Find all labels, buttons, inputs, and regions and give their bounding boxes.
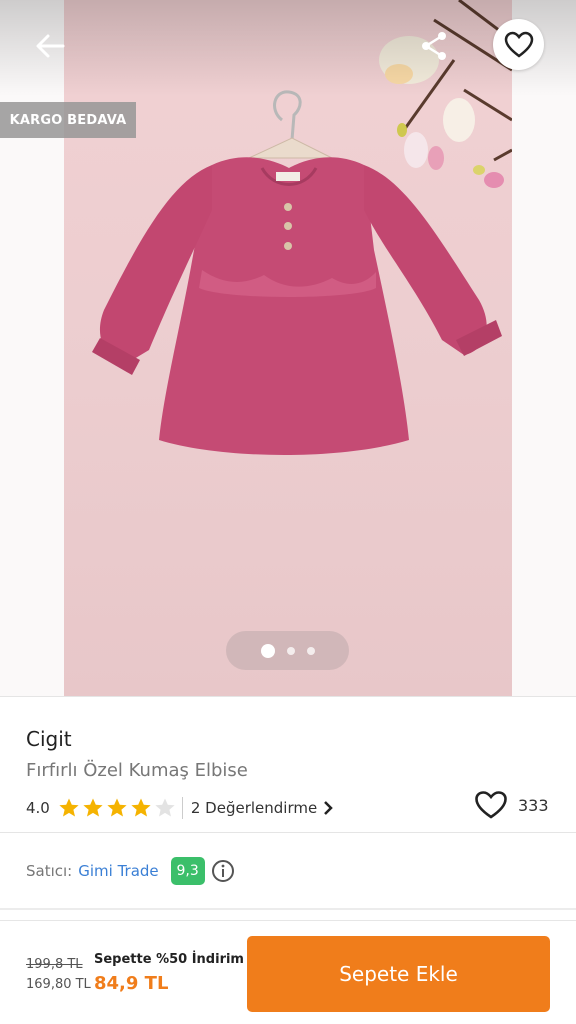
likes-count: 333 <box>518 795 549 815</box>
seller-name-link[interactable]: Gimi Trade <box>78 862 158 880</box>
star-filled-icon <box>131 798 151 817</box>
pager-dot-active[interactable] <box>260 643 275 658</box>
divider <box>0 696 576 697</box>
bottom-price-bar: 199,8 TL 169,80 TL Sepette %50 İndirim 8… <box>0 920 576 1024</box>
share-button[interactable] <box>412 24 456 68</box>
previous-price: 169,80 TL <box>26 977 91 992</box>
chevron-right-icon <box>324 801 333 815</box>
gallery-pager[interactable] <box>226 631 349 670</box>
rating-stars <box>58 797 176 819</box>
heart-outline-icon <box>475 791 507 819</box>
product-image-gallery[interactable]: KARGO BEDAVA <box>0 0 576 696</box>
reviews-link[interactable]: 2 Değerlendirme <box>191 799 333 817</box>
add-to-cart-button[interactable]: Sepete Ekle <box>247 936 550 1012</box>
star-filled-icon <box>107 798 127 817</box>
seller-label: Satıcı: <box>26 862 73 880</box>
cart-discount-label: Sepette %50 İndirim <box>94 952 244 967</box>
divider <box>0 832 576 833</box>
product-detail-screen: KARGO BEDAVA Cigit Fırfırlı Özel Kumaş E… <box>0 0 576 1024</box>
free-shipping-badge: KARGO BEDAVA <box>0 102 136 138</box>
brand-name[interactable]: Cigit <box>26 727 72 751</box>
heart-outline-icon <box>504 31 533 58</box>
final-price: 84,9 TL <box>94 973 169 994</box>
reviews-label: 2 Değerlendirme <box>190 799 318 817</box>
top-gradient <box>0 0 576 96</box>
rating-separator <box>181 797 183 819</box>
back-button[interactable] <box>26 26 74 66</box>
info-icon[interactable] <box>211 859 235 883</box>
rating-row: 4.0 2 Değerlendirme <box>26 794 550 822</box>
share-icon <box>422 32 446 60</box>
seller-row: Satıcı: Gimi Trade 9,3 <box>26 855 235 887</box>
star-empty-icon <box>155 798 175 817</box>
divider <box>0 908 576 910</box>
arrow-left-icon <box>36 34 65 58</box>
pager-dot[interactable] <box>306 646 315 655</box>
seller-score-badge: 9,3 <box>170 857 205 885</box>
rating-value: 4.0 <box>26 799 50 817</box>
old-price: 199,8 TL <box>26 957 83 972</box>
favorite-button[interactable] <box>493 19 544 70</box>
pager-dot[interactable] <box>286 646 295 655</box>
likes-button[interactable]: 333 <box>474 790 549 820</box>
star-filled-icon <box>83 798 103 817</box>
product-name: Fırfırlı Özel Kumaş Elbise <box>26 760 248 781</box>
star-filled-icon <box>59 798 79 817</box>
